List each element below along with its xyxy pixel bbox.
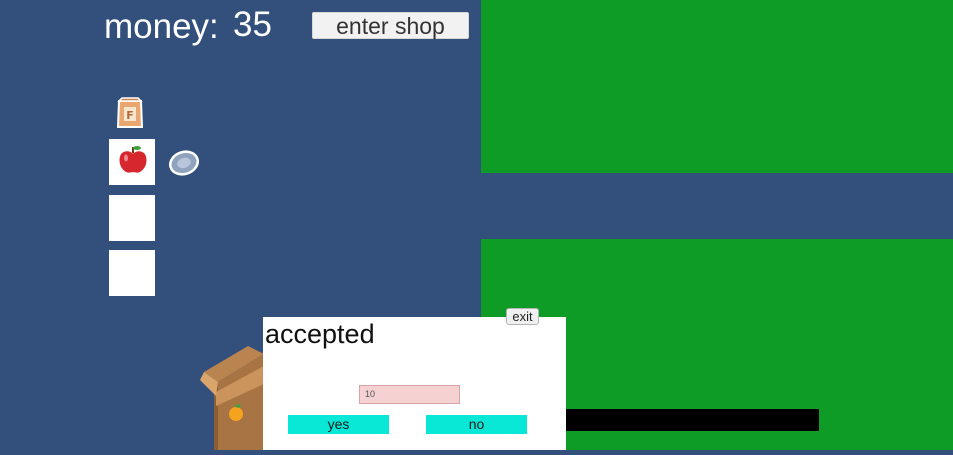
money-value: 35 xyxy=(233,5,272,44)
enter-shop-button[interactable]: enter shop xyxy=(312,12,469,39)
no-button[interactable]: no xyxy=(426,415,527,434)
money-label: money: xyxy=(104,7,219,46)
coin-icon[interactable] xyxy=(168,150,200,176)
inventory-slot-2[interactable] xyxy=(109,195,155,241)
exit-button[interactable]: exit xyxy=(506,308,539,325)
offer-input[interactable]: 10 xyxy=(359,385,460,404)
field-zone-top xyxy=(481,0,953,173)
flour-bag-letter: F xyxy=(126,109,134,122)
dialog-title: accepted xyxy=(265,319,375,349)
flour-bag-icon[interactable]: F xyxy=(114,96,146,130)
apple-icon[interactable] xyxy=(116,144,150,176)
yes-button[interactable]: yes xyxy=(288,415,389,434)
inventory-slot-3[interactable] xyxy=(109,250,155,296)
black-bar xyxy=(560,409,819,431)
